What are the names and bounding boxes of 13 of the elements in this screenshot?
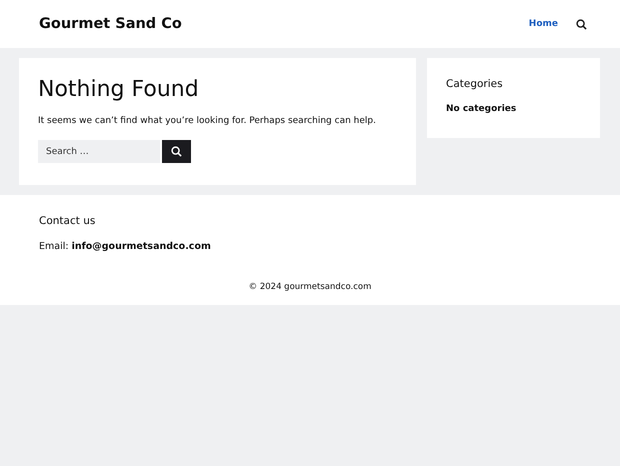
footer-heading: Contact us bbox=[39, 215, 96, 227]
email-text: Email: info@gourmetsandco.com bbox=[39, 241, 212, 252]
nav-link[interactable]: Home bbox=[528, 19, 558, 29]
empty-text: No categories bbox=[446, 104, 518, 114]
site-title[interactable]: Gourmet Sand Co bbox=[39, 16, 529, 32]
page-heading: Nothing Found bbox=[38, 77, 200, 102]
widget-title: Categories bbox=[446, 78, 504, 90]
search-icon bbox=[171, 146, 182, 157]
search-field[interactable]: Search … bbox=[38, 140, 160, 163]
message-text: It seems we can’t find what you’re looking for. Perhaps searching can help. bbox=[38, 116, 377, 126]
copyright-text: © 2024 gourmetsandco.com bbox=[248, 282, 372, 292]
search-button[interactable] bbox=[162, 140, 191, 163]
search-icon[interactable] bbox=[576, 18, 587, 30]
